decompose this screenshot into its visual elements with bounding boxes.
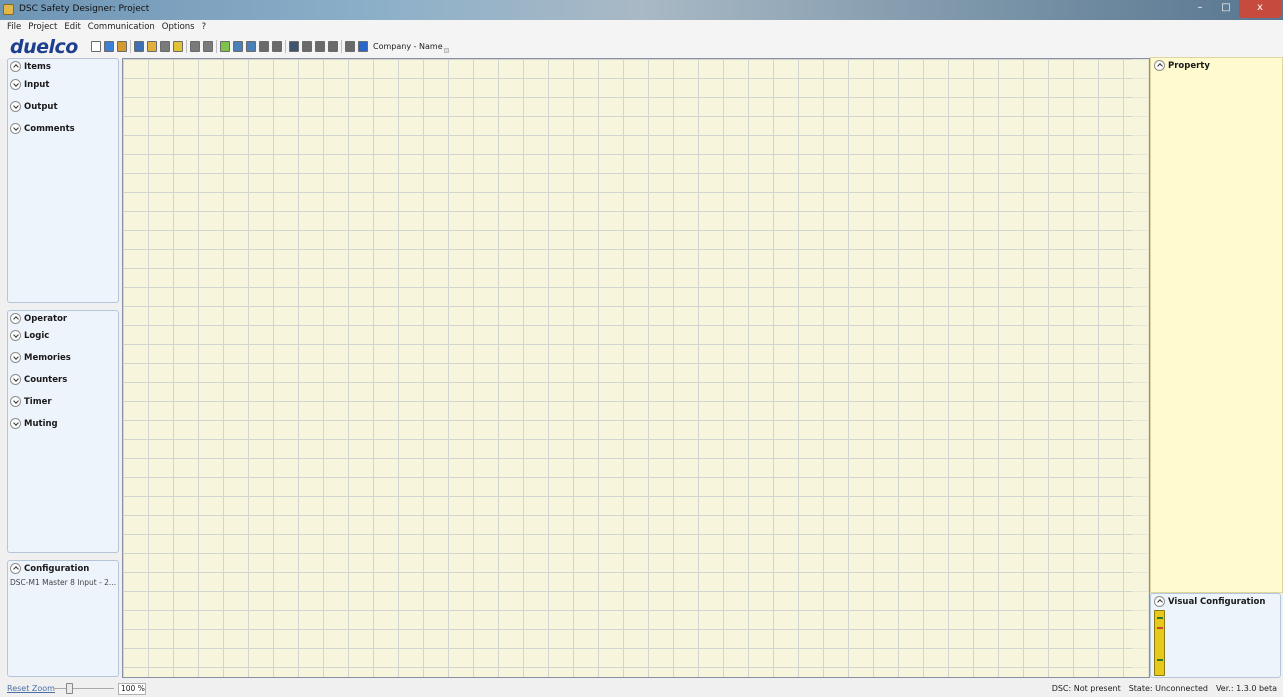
maximize-icon[interactable]: □ (1213, 0, 1239, 18)
zoom-slider-track[interactable] (54, 688, 114, 689)
new-project-icon[interactable] (91, 40, 101, 52)
zoom-icon[interactable] (302, 40, 312, 52)
user-icon[interactable] (117, 40, 127, 52)
monitor-icon[interactable] (259, 40, 269, 52)
category-input-label: Input (24, 79, 50, 90)
company-name-field[interactable]: Company - Name (373, 42, 443, 51)
menu-bar: File Project Edit Communication Options … (0, 20, 1283, 34)
probe-icon[interactable] (272, 40, 282, 52)
duelco-logo: duelco (10, 36, 78, 58)
category-muting-label: Muting (24, 418, 58, 429)
toolbar-separator (216, 39, 217, 53)
expand-icon[interactable] (10, 123, 21, 134)
undo-icon[interactable] (190, 40, 200, 52)
expand-icon[interactable] (10, 396, 21, 407)
collapse-icon[interactable] (10, 313, 21, 324)
config-icon[interactable] (328, 40, 338, 52)
expand-icon[interactable] (10, 418, 21, 429)
items-panel: Items Input Output Comments (7, 58, 119, 303)
toolbar: duelco Company - Name (0, 34, 1283, 59)
app-icon (3, 4, 14, 15)
image-icon[interactable] (289, 40, 299, 52)
visual-configuration-header[interactable]: Visual Configuration (1154, 596, 1265, 607)
compile-icon[interactable] (233, 40, 243, 52)
expand-icon[interactable] (10, 330, 21, 341)
minimize-icon[interactable]: – (1187, 0, 1213, 18)
collapse-icon[interactable] (10, 563, 21, 574)
category-memories[interactable]: Memories (10, 352, 71, 363)
status-bar: Reset Zoom 100 % DSC: Not present State:… (0, 680, 1283, 697)
close-icon[interactable]: x (1239, 0, 1281, 18)
toolbar-tools: Company - Name (91, 39, 449, 53)
category-timer-label: Timer (24, 396, 52, 407)
toolbar-separator (186, 39, 187, 53)
category-output-label: Output (24, 101, 58, 112)
collapse-icon[interactable] (1154, 596, 1165, 607)
configuration-module-text[interactable]: DSC-M1 Master 8 Input - 2... (10, 578, 116, 587)
upload-icon[interactable] (246, 40, 256, 52)
save-icon[interactable] (134, 40, 144, 52)
toolbar-separator (130, 39, 131, 53)
category-timer[interactable]: Timer (10, 396, 52, 407)
category-counters[interactable]: Counters (10, 374, 67, 385)
expand-icon[interactable] (10, 352, 21, 363)
connection-state: State: Unconnected (1128, 684, 1208, 693)
menu-project[interactable]: Project (28, 20, 57, 34)
title-bar: DSC Safety Designer: Project – □ x (0, 0, 1283, 20)
collapse-icon[interactable] (1154, 60, 1165, 71)
configuration-panel: Configuration DSC-M1 Master 8 Input - 2.… (7, 560, 119, 677)
operator-panel: Operator Logic Memories Counters Timer M… (7, 310, 119, 553)
reset-zoom-link[interactable]: Reset Zoom (7, 684, 55, 693)
collapse-icon[interactable] (10, 61, 21, 72)
category-comments[interactable]: Comments (10, 123, 75, 134)
operator-panel-title: Operator (24, 313, 68, 324)
category-counters-label: Counters (24, 374, 68, 385)
redo-icon[interactable] (203, 40, 213, 52)
category-memories-label: Memories (24, 352, 71, 363)
property-panel: Property (1150, 57, 1283, 593)
category-muting[interactable]: Muting (10, 418, 58, 429)
expand-icon[interactable] (10, 374, 21, 385)
menu-file[interactable]: File (7, 20, 21, 34)
menu-options[interactable]: Options (162, 20, 195, 34)
design-canvas[interactable] (122, 58, 1150, 678)
configuration-panel-title: Configuration (24, 563, 90, 574)
print-icon[interactable] (160, 40, 170, 52)
visual-configuration-panel: Visual Configuration (1150, 593, 1281, 678)
items-panel-title: Items (24, 61, 51, 72)
property-panel-header[interactable]: Property (1154, 60, 1210, 71)
open-icon[interactable] (147, 40, 157, 52)
tools-icon[interactable] (345, 40, 355, 52)
version-label: Ver.: 1.3.0 beta (1215, 684, 1277, 693)
zoom-value-field[interactable]: 100 % (118, 683, 146, 695)
window-title: DSC Safety Designer: Project (19, 4, 150, 14)
menu-edit[interactable]: Edit (64, 20, 80, 34)
edit-icon[interactable] (173, 40, 183, 52)
help-icon[interactable] (358, 40, 368, 52)
configuration-panel-header[interactable]: Configuration (10, 563, 89, 574)
category-comments-label: Comments (24, 123, 75, 134)
toolbar-separator (285, 39, 286, 53)
rename-icon[interactable] (104, 40, 114, 52)
menu-help[interactable]: ? (202, 20, 207, 34)
category-output[interactable]: Output (10, 101, 58, 112)
operator-panel-header[interactable]: Operator (10, 313, 67, 324)
check-icon[interactable] (220, 40, 230, 52)
category-logic[interactable]: Logic (10, 330, 49, 341)
items-panel-header[interactable]: Items (10, 61, 51, 72)
expand-icon[interactable] (10, 101, 21, 112)
dsc-status: DSC: Not present (1051, 684, 1121, 693)
zoom-slider-thumb[interactable] (66, 683, 73, 694)
company-name-resize-icon[interactable] (443, 47, 449, 53)
category-logic-label: Logic (24, 330, 50, 341)
toolbar-separator (341, 39, 342, 53)
property-panel-title: Property (1168, 60, 1210, 71)
expand-icon[interactable] (10, 79, 21, 90)
menu-communication[interactable]: Communication (88, 20, 155, 34)
category-input[interactable]: Input (10, 79, 49, 90)
visual-configuration-title: Visual Configuration (1168, 596, 1266, 607)
dsc-module-image[interactable] (1154, 610, 1165, 676)
clipboard-icon[interactable] (315, 40, 325, 52)
